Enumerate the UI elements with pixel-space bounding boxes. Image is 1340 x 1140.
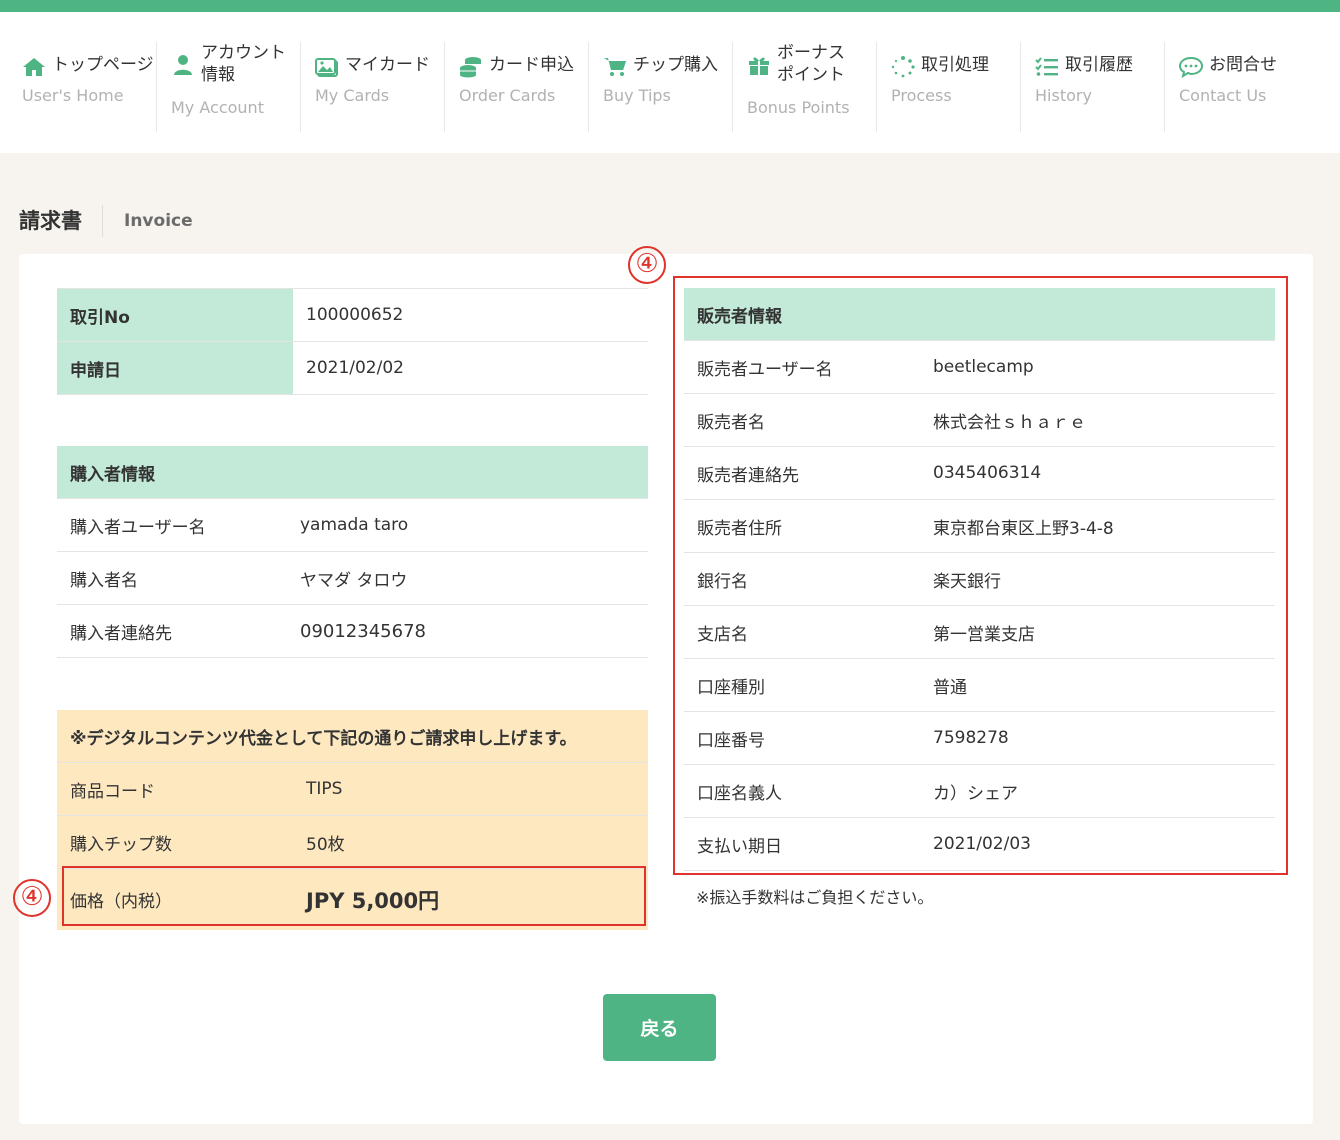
table-header: 購入者情報 bbox=[57, 446, 648, 499]
nav-label-en: Order Cards bbox=[459, 86, 556, 105]
table-row: 申請日 2021/02/02 bbox=[57, 342, 648, 395]
table-row: 購入者名 ヤマダ タロウ bbox=[57, 552, 648, 605]
home-icon bbox=[22, 56, 46, 78]
table-row: 購入者連絡先 09012345678 bbox=[57, 605, 648, 658]
nav-item-contact[interactable]: お問合せ Contact Us bbox=[1164, 42, 1314, 132]
cart-icon bbox=[603, 56, 627, 78]
nav-label-en: Buy Tips bbox=[603, 86, 671, 105]
price-highlight-box bbox=[62, 866, 646, 926]
table-header: ※デジタルコンテンツ代金として下記の通りご請求申し上げます。 bbox=[57, 710, 648, 763]
nav-label-en: User's Home bbox=[22, 86, 124, 105]
row-value: yamada taro bbox=[300, 515, 409, 535]
nav-label-jp: 取引処理 bbox=[921, 55, 989, 75]
request-date-value: 2021/02/02 bbox=[306, 358, 404, 378]
nav-label-en: Bonus Points bbox=[747, 98, 850, 117]
transaction-no-label: 取引No bbox=[57, 289, 293, 341]
back-button[interactable]: 戻る bbox=[603, 994, 716, 1061]
page-title-en: Invoice bbox=[124, 211, 193, 231]
billing-header: ※デジタルコンテンツ代金として下記の通りご請求申し上げます。 bbox=[70, 728, 577, 749]
nav-label-jp: トップページ bbox=[52, 55, 154, 75]
annotation-marker-price: ④ bbox=[13, 879, 51, 917]
annotation-marker-seller: ④ bbox=[628, 246, 666, 284]
nav-label-jp: お問合せ bbox=[1209, 55, 1277, 75]
row-label: 購入者ユーザー名 bbox=[70, 517, 206, 538]
top-brand-bar bbox=[0, 0, 1340, 12]
nav-item-history[interactable]: 取引履歴 History bbox=[1020, 42, 1164, 132]
nav-label-jp: ボーナス ポイント bbox=[777, 43, 845, 85]
nav-item-order-cards[interactable]: カード申込 Order Cards bbox=[444, 42, 588, 132]
transaction-no-value: 100000652 bbox=[306, 305, 404, 325]
nav-item-bonus-points[interactable]: ボーナス ポイント Bonus Points bbox=[732, 42, 876, 132]
nav-label-en: Process bbox=[891, 86, 952, 105]
seller-highlight-box bbox=[673, 276, 1288, 875]
nav-label-en: My Account bbox=[171, 98, 264, 117]
chat-icon bbox=[1179, 56, 1203, 78]
header-nav: トップページ User's Home アカウント 情報 My Account マイ… bbox=[0, 12, 1340, 153]
spinner-icon bbox=[891, 56, 915, 78]
gift-icon bbox=[747, 54, 771, 76]
request-date-label: 申請日 bbox=[57, 342, 293, 394]
table-row: 取引No 100000652 bbox=[57, 289, 648, 342]
nav-label-jp: アカウント 情報 bbox=[201, 43, 286, 85]
row-value: ヤマダ タロウ bbox=[300, 570, 408, 591]
row-value: 50枚 bbox=[306, 834, 345, 855]
row-label: 購入者連絡先 bbox=[70, 623, 172, 644]
coins-icon bbox=[459, 56, 483, 78]
nav-label-jp: マイカード bbox=[345, 55, 430, 75]
table-row: 購入チップ数 50枚 bbox=[57, 816, 648, 869]
row-label: 購入者名 bbox=[70, 570, 138, 591]
nav-label-en: Contact Us bbox=[1179, 86, 1267, 105]
buyer-table: 購入者情報 購入者ユーザー名 yamada taro 購入者名 ヤマダ タロウ … bbox=[57, 446, 648, 658]
nav-label-jp: チップ購入 bbox=[633, 55, 718, 75]
nav-item-cards[interactable]: マイカード My Cards bbox=[300, 42, 444, 132]
page-title: 請求書 Invoice bbox=[19, 205, 193, 237]
user-icon bbox=[171, 54, 195, 76]
row-label: 商品コード bbox=[70, 781, 155, 802]
row-value: TIPS bbox=[306, 779, 343, 799]
row-label: 購入チップ数 bbox=[70, 834, 172, 855]
transfer-fee-note: ※振込手数料はご負担ください。 bbox=[696, 888, 934, 907]
nav-label-jp: 取引履歴 bbox=[1065, 55, 1133, 75]
nav-item-account[interactable]: アカウント 情報 My Account bbox=[156, 42, 300, 132]
nav-label-en: My Cards bbox=[315, 86, 390, 105]
image-icon bbox=[315, 56, 339, 78]
table-row: 商品コード TIPS bbox=[57, 763, 648, 816]
list-check-icon bbox=[1035, 56, 1059, 78]
transaction-table: 取引No 100000652 申請日 2021/02/02 bbox=[57, 288, 648, 395]
page-title-jp: 請求書 bbox=[19, 205, 103, 237]
nav-label-jp: カード申込 bbox=[489, 55, 574, 75]
table-row: 購入者ユーザー名 yamada taro bbox=[57, 499, 648, 552]
nav-label-en: History bbox=[1035, 86, 1092, 105]
buyer-header: 購入者情報 bbox=[70, 464, 155, 485]
row-value: 09012345678 bbox=[300, 620, 426, 642]
nav-item-process[interactable]: 取引処理 Process bbox=[876, 42, 1020, 132]
nav-item-home[interactable]: トップページ User's Home bbox=[8, 42, 156, 132]
nav-item-buy-tips[interactable]: チップ購入 Buy Tips bbox=[588, 42, 732, 132]
